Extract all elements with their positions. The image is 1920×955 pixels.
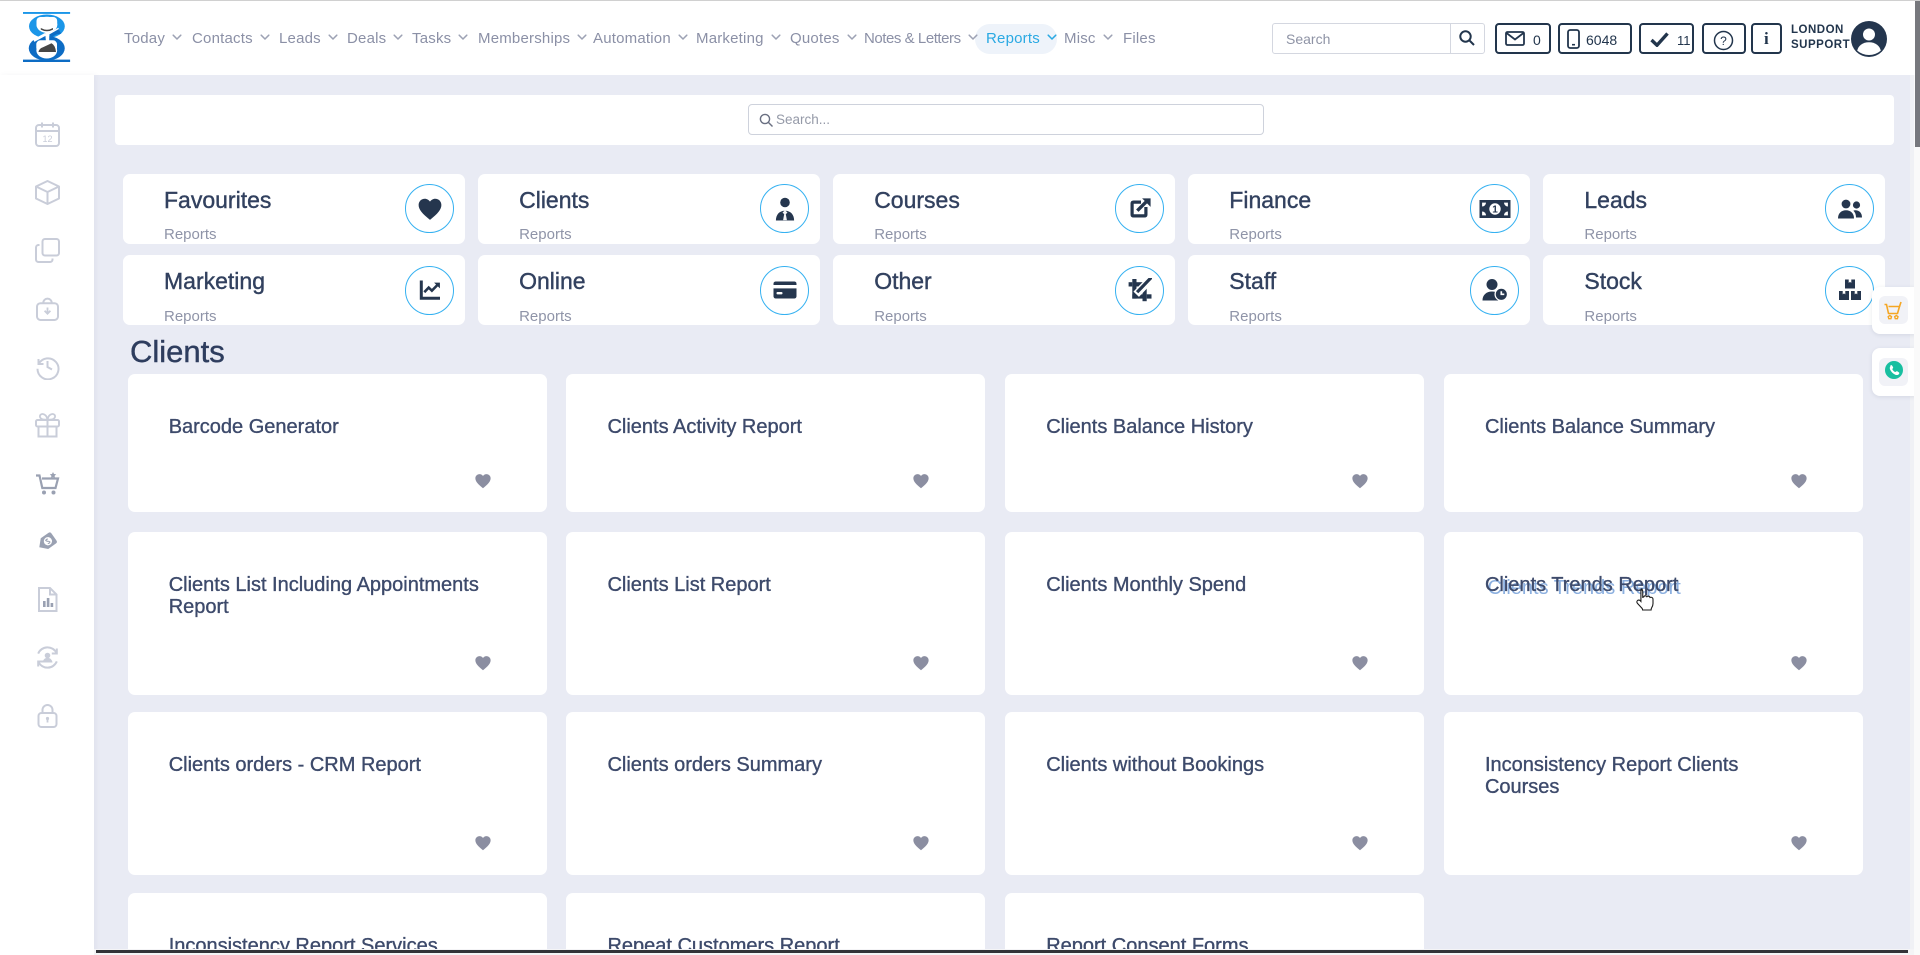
svg-text:?: ? [1720,34,1727,48]
svg-text:12: 12 [42,134,52,144]
svg-text:1: 1 [1492,204,1498,215]
